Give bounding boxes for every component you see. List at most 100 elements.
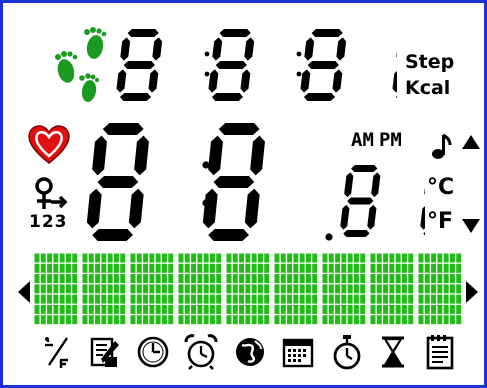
bar-cell: [82, 274, 88, 284]
bar-cell: [437, 253, 443, 263]
bar-cell: [437, 263, 443, 273]
bar-cell: [47, 253, 53, 263]
arrow-left-icon[interactable]: [17, 280, 31, 304]
bar-cell: [383, 263, 389, 273]
bar-cell: [239, 294, 245, 304]
bar-cell: [216, 315, 222, 325]
bar-cell: [335, 284, 341, 294]
bar-cell: [443, 274, 449, 284]
bar-cell: [274, 284, 280, 294]
hourglass-icon[interactable]: [379, 335, 407, 369]
bar-cell: [53, 284, 59, 294]
bar-cell: [328, 284, 334, 294]
bar-cell: [312, 263, 318, 273]
digit-segment: [213, 176, 255, 188]
bar-cell: [424, 263, 430, 273]
bar-cell: [395, 274, 401, 284]
bar-cell: [40, 284, 46, 294]
edit-notes-icon[interactable]: [89, 335, 121, 369]
bar-cell: [161, 304, 167, 314]
bar-cell: [456, 284, 462, 294]
bar-cell: [72, 304, 78, 314]
bar-cell: [443, 304, 449, 314]
bar-cell: [155, 284, 161, 294]
bar-cell: [389, 304, 395, 314]
bar-cell: [226, 315, 232, 325]
bar-cell: [101, 304, 107, 314]
digit-segment: [340, 204, 350, 230]
notepad-icon[interactable]: [425, 333, 455, 371]
bar-cell: [395, 284, 401, 294]
bar-cell: [203, 304, 209, 314]
bar-cell: [437, 284, 443, 294]
stopwatch-icon[interactable]: [331, 333, 363, 371]
bar-cell: [245, 304, 251, 314]
bar-cell: [245, 274, 251, 284]
bar-cell: [59, 304, 65, 314]
digit-segment: [250, 135, 265, 176]
step-digit: [208, 29, 255, 101]
bar-cell: [437, 274, 443, 284]
bar-cell: [113, 263, 119, 273]
bar-cell: [443, 315, 449, 325]
bar-cell: [322, 315, 328, 325]
bar-cell: [383, 253, 389, 263]
bar-cell: [293, 253, 299, 263]
bar-cell: [161, 274, 167, 284]
bar-cell: [239, 274, 245, 284]
bar-cell: [456, 294, 462, 304]
bar-cell: [287, 274, 293, 284]
temperature-icon[interactable]: [43, 335, 73, 369]
bar-cell: [226, 294, 232, 304]
bar-cell: [184, 304, 190, 314]
alarm-clock-icon[interactable]: [183, 333, 219, 371]
arrow-right-icon[interactable]: [465, 280, 479, 304]
bar-cell: [376, 304, 382, 314]
calendar-icon[interactable]: [281, 335, 315, 369]
bar-cell: [312, 304, 318, 314]
digit-segment: [128, 188, 144, 229]
bar-cell: [232, 263, 238, 273]
bar-cell: [120, 294, 126, 304]
globe-icon[interactable]: [233, 335, 267, 369]
bar-cell: [226, 263, 232, 273]
bar-cell: [418, 304, 424, 314]
bar-cell: [53, 294, 59, 304]
bar-cell: [88, 253, 94, 263]
step-colon-dot: [204, 51, 210, 57]
bar-cell: [34, 284, 40, 294]
bar-cell: [322, 253, 328, 263]
bar-cell: [209, 294, 215, 304]
bar-cell: [280, 253, 286, 263]
bar-segment: [418, 253, 462, 325]
bar-cell: [197, 294, 203, 304]
arrow-down-icon[interactable]: [461, 217, 481, 235]
bar-cell: [191, 274, 197, 284]
bar-cell: [209, 304, 215, 314]
bar-cell: [120, 284, 126, 294]
bar-cell: [274, 253, 280, 263]
bar-cell: [456, 315, 462, 325]
digit-segment: [332, 69, 343, 93]
bar-cell: [113, 253, 119, 263]
bar-cell: [251, 315, 257, 325]
bar-cell: [431, 263, 437, 273]
bar-cell: [88, 284, 94, 294]
bar-cell: [149, 315, 155, 325]
step-digit: [300, 29, 347, 101]
bar-cell: [149, 274, 155, 284]
bar-cell: [251, 274, 257, 284]
bar-cell: [239, 284, 245, 294]
bar-cell: [395, 263, 401, 273]
arrow-up-icon[interactable]: [461, 133, 481, 151]
bar-cell: [95, 253, 101, 263]
bar-cell: [113, 274, 119, 284]
bar-cell: [136, 253, 142, 263]
bar-cell: [47, 315, 53, 325]
bar-cell: [370, 263, 376, 273]
bar-cell: [95, 304, 101, 314]
bar-cell: [65, 294, 71, 304]
bar-cell: [341, 284, 347, 294]
clock-icon[interactable]: [136, 335, 170, 369]
bar-cell: [328, 274, 334, 284]
